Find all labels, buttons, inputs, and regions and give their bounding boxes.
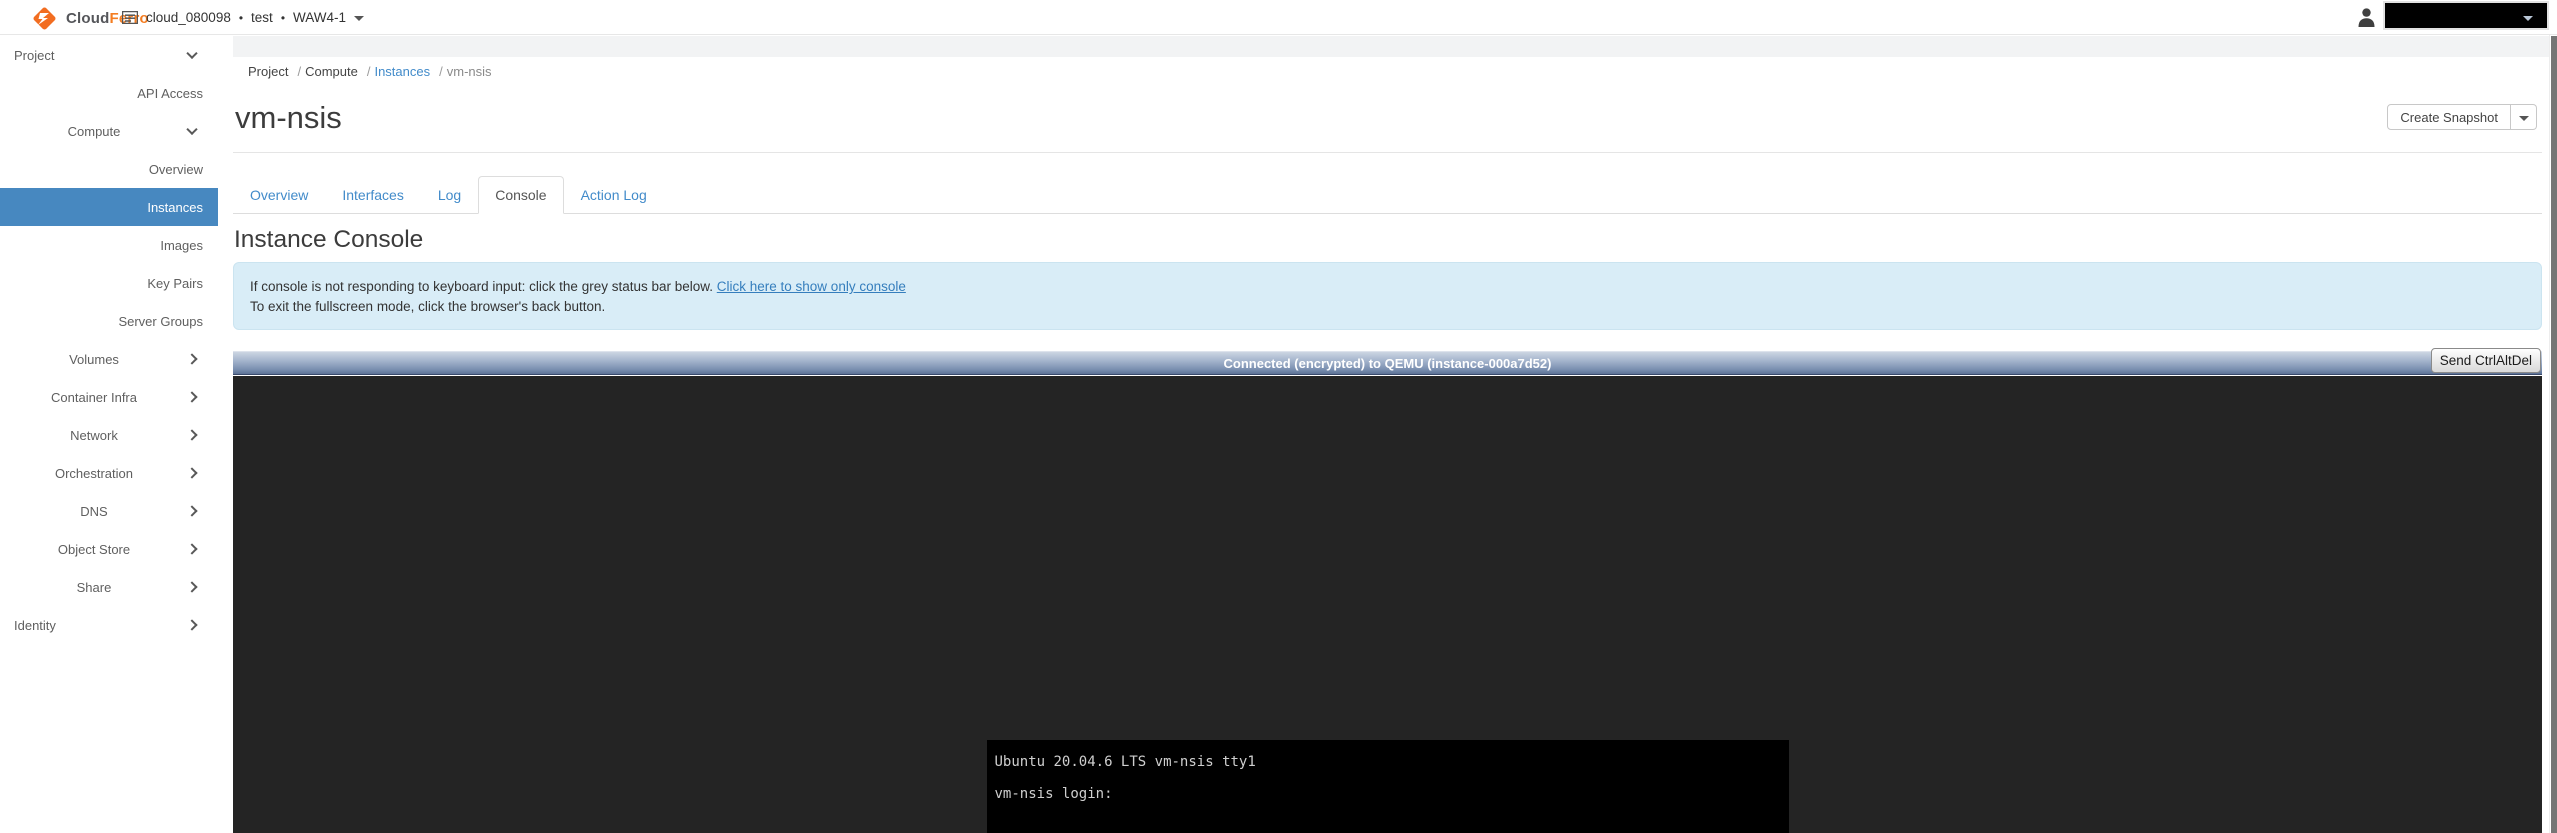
sidebar-nav: Project API Access Compute Overview Inst… xyxy=(0,36,233,833)
show-only-console-link[interactable]: Click here to show only console xyxy=(717,279,906,294)
breadcrumb-separator: / xyxy=(366,64,371,79)
sidebar-item-label: Compute xyxy=(67,123,121,139)
sidebar-item-server-groups[interactable]: Server Groups xyxy=(0,302,218,340)
sidebar-item-label: Identity xyxy=(14,617,56,633)
sidebar-item-label: Key Pairs xyxy=(147,275,203,291)
context-region: WAW4-1 xyxy=(293,10,347,25)
sidebar-item-dns[interactable]: DNS xyxy=(0,492,218,530)
chevron-down-icon xyxy=(354,16,365,21)
console-info-alert: If console is not responding to keyboard… xyxy=(233,262,2542,330)
sidebar-item-instances[interactable]: Instances xyxy=(0,188,218,226)
sidebar-item-overview[interactable]: Overview xyxy=(0,150,218,188)
sidebar-item-object-store[interactable]: Object Store xyxy=(0,530,218,568)
sidebar-item-identity[interactable]: Identity xyxy=(0,606,218,644)
scrollbar-thumb[interactable] xyxy=(2551,36,2557,833)
chevron-down-icon xyxy=(2518,115,2529,121)
project-context-switcher[interactable]: cloud_080098 • test • WAW4-1 xyxy=(122,0,365,35)
terminal-line: vm-nsis login: xyxy=(994,786,1113,802)
create-snapshot-split-button: Create Snapshot xyxy=(2387,104,2537,130)
sidebar-item-label: DNS xyxy=(80,503,108,519)
sidebar-item-label: Server Groups xyxy=(118,313,203,329)
chevron-right-icon xyxy=(186,505,198,517)
create-snapshot-button[interactable]: Create Snapshot xyxy=(2387,104,2511,130)
main-content: Project / Compute / Instances / vm-nsis vm-nsi… xyxy=(233,36,2549,833)
sidebar-item-label: Network xyxy=(70,427,118,443)
instance-tabs: Overview Interfaces Log Console Action L… xyxy=(233,173,2542,214)
sidebar-item-container-infra[interactable]: Container Infra xyxy=(0,378,218,416)
breadcrumb-instances-link[interactable]: Instances xyxy=(374,64,430,79)
chevron-right-icon xyxy=(186,353,198,365)
breadcrumb-separator: / xyxy=(297,64,302,79)
tab-action-log[interactable]: Action Log xyxy=(564,176,664,214)
chevron-right-icon xyxy=(186,581,198,593)
send-ctrl-alt-del-button[interactable]: Send CtrlAltDel xyxy=(2430,348,2541,373)
sidebar-item-label: Instances xyxy=(147,199,203,215)
sidebar-item-label: Object Store xyxy=(57,541,131,557)
breadcrumb-separator: / xyxy=(439,64,443,79)
context-env: test xyxy=(251,10,273,25)
breadcrumb-current: vm-nsis xyxy=(446,64,492,79)
cloudferro-logo-icon xyxy=(33,7,56,30)
tab-overview[interactable]: Overview xyxy=(233,176,325,214)
chevron-right-icon xyxy=(186,429,198,441)
sidebar-item-key-pairs[interactable]: Key Pairs xyxy=(0,264,218,302)
title-divider xyxy=(233,152,2542,153)
sidebar-item-project[interactable]: Project xyxy=(0,36,218,74)
page-title: vm-nsis xyxy=(235,100,342,135)
page-scrollbar[interactable] xyxy=(2549,0,2557,833)
sidebar-item-label: Share xyxy=(76,579,112,595)
context-separator: • xyxy=(280,10,286,25)
header-strip xyxy=(233,36,2549,57)
sidebar-item-orchestration[interactable]: Orchestration xyxy=(0,454,218,492)
terminal-line: Ubuntu 20.04.6 LTS vm-nsis tty1 xyxy=(994,754,1256,770)
sidebar-item-label: API Access xyxy=(137,85,203,101)
sidebar-item-images[interactable]: Images xyxy=(0,226,218,264)
sidebar-item-compute[interactable]: Compute xyxy=(0,112,218,150)
breadcrumb-compute: Compute xyxy=(305,64,358,79)
horizon-dashboard: CloudFerro cloud_080098 • test • WAW4-1 xyxy=(0,0,2557,833)
sidebar-item-label: Images xyxy=(160,237,203,253)
user-menu-redacted[interactable] xyxy=(2383,1,2549,30)
sidebar-item-label: Project xyxy=(14,47,55,63)
vnc-canvas-area[interactable]: Ubuntu 20.04.6 LTS vm-nsis tty1 vm-nsis … xyxy=(233,376,2542,833)
user-icon xyxy=(2358,8,2375,27)
breadcrumb-project: Project xyxy=(248,64,289,79)
tab-console[interactable]: Console xyxy=(478,176,564,214)
context-project: cloud_080098 xyxy=(146,10,231,25)
context-separator: • xyxy=(238,10,244,25)
chevron-down-icon xyxy=(186,47,198,60)
vnc-guest-screen[interactable]: Ubuntu 20.04.6 LTS vm-nsis tty1 vm-nsis … xyxy=(986,740,1789,833)
alert-text-line1: If console is not responding to keyboard… xyxy=(250,279,717,294)
chevron-right-icon xyxy=(186,619,198,631)
create-snapshot-dropdown-button[interactable] xyxy=(2511,104,2537,130)
tab-log[interactable]: Log xyxy=(421,176,478,214)
chevron-right-icon xyxy=(186,543,198,555)
chevron-right-icon xyxy=(186,391,198,403)
sidebar-item-label: Orchestration xyxy=(54,465,134,481)
project-switcher-icon xyxy=(122,11,138,24)
chevron-right-icon xyxy=(186,467,198,479)
sidebar-item-api-access[interactable]: API Access xyxy=(0,74,218,112)
sidebar-item-label: Overview xyxy=(148,161,203,177)
tab-interfaces[interactable]: Interfaces xyxy=(325,176,420,214)
sidebar-item-label: Container Infra xyxy=(51,389,137,405)
alert-text-line2: To exit the fullscreen mode, click the b… xyxy=(250,299,606,314)
top-navbar: CloudFerro cloud_080098 • test • WAW4-1 xyxy=(0,0,2557,35)
chevron-down-icon xyxy=(186,123,198,136)
sidebar-item-volumes[interactable]: Volumes xyxy=(0,340,218,378)
sidebar-item-network[interactable]: Network xyxy=(0,416,218,454)
sidebar-item-label: Volumes xyxy=(69,351,119,367)
breadcrumb: Project / Compute / Instances / vm-nsis xyxy=(248,64,496,79)
sidebar-item-share[interactable]: Share xyxy=(0,568,218,606)
vnc-status-bar[interactable]: Connected (encrypted) to QEMU (instance-… xyxy=(233,351,2542,375)
chevron-down-icon xyxy=(2523,16,2533,21)
section-heading: Instance Console xyxy=(234,226,424,253)
